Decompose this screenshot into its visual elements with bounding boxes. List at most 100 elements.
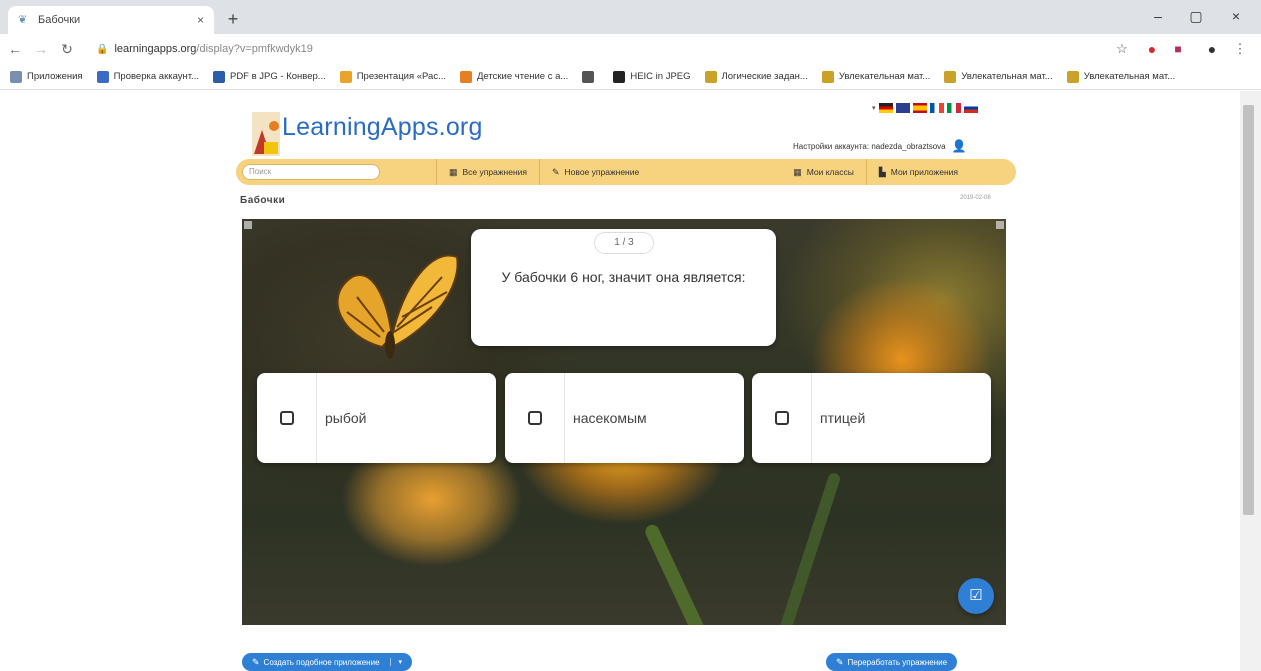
bookmark-item[interactable]: HEIC in JPEG (613, 70, 691, 83)
answer-label: птицей (820, 410, 866, 426)
bookmark-label: Логические задан... (721, 71, 808, 82)
check-icon: ☑ (969, 587, 983, 604)
bookmark-favicon-icon (704, 70, 717, 83)
bookmark-label: Увлекательная мат... (1083, 71, 1176, 82)
image-corner-icon (244, 221, 252, 229)
flower-stem (774, 471, 842, 625)
bookmark-favicon-icon (460, 70, 472, 83)
logo-icon (252, 112, 280, 156)
url-input[interactable]: 🔒 learningapps.org /display?v=pmfkwdyk19 (96, 38, 1116, 60)
flag-gb-icon[interactable] (895, 103, 910, 113)
account-settings[interactable]: Настройки аккаунта: nadezda_obraztsova 👤 (793, 139, 967, 153)
bookmark-item[interactable]: PDF в JPG - Конвер... (212, 70, 326, 83)
question-card: 1 / 3 У бабочки 6 ног, значит она являет… (471, 229, 776, 346)
window-close-button[interactable]: × (1216, 4, 1256, 28)
bookmark-item[interactable]: Увлекательная мат... (1066, 70, 1176, 83)
pencil-icon: ✎ (836, 656, 844, 667)
bookmark-favicon-icon (582, 70, 595, 83)
url-path: /display?v=pmfkwdyk19 (196, 43, 313, 55)
bookmark-label: Увлекательная мат... (961, 71, 1053, 82)
checkbox[interactable] (279, 411, 294, 425)
checkbox[interactable] (774, 411, 789, 425)
back-icon[interactable]: ← (4, 38, 26, 60)
menu-new-exercise-label: Новое упражнение (564, 167, 640, 177)
bookmark-item[interactable]: Презентация «Рас... (339, 70, 446, 83)
star-icon[interactable]: ☆ (1112, 39, 1132, 59)
bookmark-favicon-icon (10, 70, 22, 83)
address-bar: ← → ↻ 🔒 learningapps.org /display?v=pmfk… (0, 34, 1261, 64)
window-minimize-button[interactable]: – (1138, 4, 1178, 28)
profile-avatar-icon[interactable]: ● (1202, 39, 1222, 59)
window-maximize-button[interactable]: ▢ (1176, 4, 1216, 28)
bookmark-item[interactable]: Приложения (10, 70, 83, 83)
extension-icon[interactable]: ■ (1168, 39, 1188, 59)
tab-title: Бабочки (38, 14, 81, 26)
flag-fr-icon[interactable] (929, 103, 944, 113)
page-date: 2019-02-08 (960, 195, 991, 201)
scrollbar-thumb[interactable] (1243, 105, 1254, 515)
bookmark-item[interactable]: Логические задан... (704, 70, 808, 83)
bookmark-favicon-icon (944, 70, 957, 83)
bookmark-label: PDF в JPG - Конвер... (229, 71, 326, 82)
bookmark-item[interactable]: Детские чтение с а... (460, 70, 569, 83)
forward-icon[interactable]: → (30, 38, 52, 60)
dropdown-arrow-icon[interactable]: ▾ (872, 104, 876, 112)
answer-checkbox-cell[interactable] (257, 373, 317, 463)
stop-extension-icon[interactable]: ● (1142, 39, 1162, 59)
menu-my-apps-label: Мои приложения (890, 167, 959, 177)
bookmark-label: Детские чтение с а... (477, 71, 569, 82)
flag-de-icon[interactable] (878, 103, 893, 113)
answer-option[interactable]: птицей (752, 373, 991, 463)
answer-option[interactable]: насекомым (505, 373, 744, 463)
menu-my-classes[interactable]: ▦ Мои классы (781, 159, 866, 185)
browser-tab-bar: ❦ Бабочки × + – ▢ × (0, 0, 1261, 34)
bookmarks-bar: Приложения Проверка аккаунт... PDF в JPG -… (0, 64, 1261, 90)
flower-stem (643, 522, 715, 625)
pencil-icon: ✎ (551, 166, 560, 177)
menu-all-exercises[interactable]: ▦ Все упражнения (436, 159, 539, 185)
butterfly-favicon-icon: ❦ (18, 14, 28, 26)
question-counter: 1 / 3 (594, 232, 654, 254)
flag-es-icon[interactable] (912, 103, 927, 113)
reload-icon[interactable]: ↻ (56, 38, 78, 60)
bookmark-label: Увлекательная мат... (838, 71, 931, 82)
dropdown-arrow-icon[interactable]: ▾ (389, 658, 402, 666)
create-similar-label: Создать подобное приложение (263, 657, 380, 667)
grid-icon: ▦ (449, 166, 458, 177)
bookmark-favicon-icon (821, 70, 834, 83)
rework-exercise-button[interactable]: ✎ Переработать упражнение (826, 653, 958, 671)
bookmark-item[interactable] (582, 70, 599, 83)
edit-icon: ✎ (252, 656, 260, 667)
answer-checkbox-cell[interactable] (505, 373, 565, 463)
menu-all-exercises-label: Все упражнения (462, 167, 527, 177)
new-tab-button[interactable]: + (222, 8, 244, 30)
main-menu: Поиск ▦ Все упражнения ✎ Новое упражнени… (236, 159, 1016, 185)
bookmark-label: HEIC in JPEG (630, 71, 691, 82)
bookmark-favicon-icon (96, 70, 109, 83)
answer-option[interactable]: рыбой (257, 373, 496, 463)
create-similar-app-button[interactable]: ✎ Создать подобное приложение ▾ (242, 653, 413, 671)
flag-it-icon[interactable] (946, 103, 961, 113)
checkbox[interactable] (527, 411, 542, 425)
bookmark-item[interactable]: Проверка аккаунт... (96, 70, 199, 83)
bookmark-item[interactable]: Увлекательная мат... (821, 70, 931, 83)
browser-menu-icon[interactable]: ⋮ (1230, 39, 1250, 59)
flag-ru-icon[interactable] (963, 103, 978, 113)
user-icon: 👤 (951, 139, 967, 153)
account-label: Настройки аккаунта: nadezda_obraztsova (793, 141, 946, 151)
bookmark-label: Проверка аккаунт... (113, 71, 199, 82)
page-title: Бабочки (240, 195, 286, 206)
search-input[interactable]: Поиск (242, 164, 380, 180)
bookmark-favicon-icon (1066, 70, 1079, 83)
fullscreen-icon[interactable] (996, 221, 1004, 229)
menu-new-exercise[interactable]: ✎ Новое упражнение (538, 159, 651, 185)
browser-tab[interactable]: ❦ Бабочки × (8, 6, 214, 34)
site-logo[interactable]: LearningApps.org (282, 113, 483, 142)
tab-close-icon[interactable]: × (197, 13, 204, 27)
check-answers-button[interactable]: ☑ (958, 578, 994, 614)
menu-my-apps[interactable]: ▙ Мои приложения (865, 159, 970, 185)
language-flags: ▾ (872, 103, 978, 113)
bookmark-item[interactable]: Увлекательная мат... (944, 70, 1053, 83)
bookmark-label: Приложения (27, 71, 83, 82)
answer-checkbox-cell[interactable] (752, 373, 812, 463)
